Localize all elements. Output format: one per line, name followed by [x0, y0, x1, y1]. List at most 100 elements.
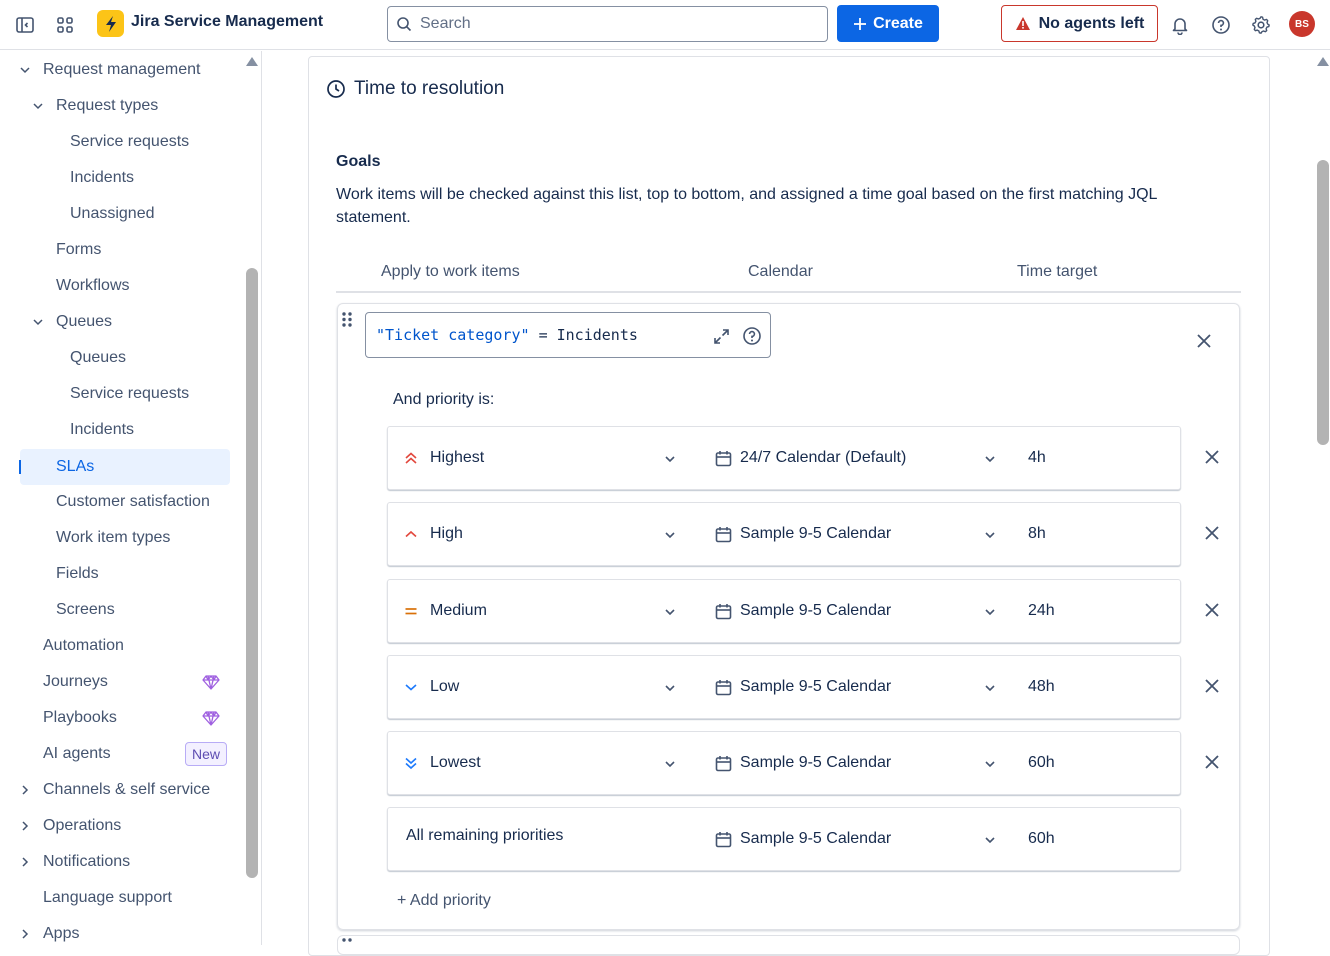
expand-icon[interactable]: [713, 328, 730, 345]
sidebar-item-label: Request management: [43, 61, 201, 78]
calendar-icon: [715, 756, 732, 772]
clock-icon: [327, 80, 345, 98]
sidebar-scroll-up-arrow[interactable]: [246, 57, 258, 66]
jql-query: "Ticket category" = Incidents: [376, 326, 638, 344]
help-icon[interactable]: [1208, 12, 1234, 38]
sidebar-item-language-support[interactable]: Language support: [0, 880, 240, 916]
chevron-down-icon[interactable]: [984, 606, 996, 618]
time-target-input[interactable]: 48h: [1028, 678, 1055, 696]
priority-select[interactable]: Low: [430, 678, 459, 696]
time-target-input[interactable]: 60h: [1028, 754, 1055, 772]
time-target-input[interactable]: 24h: [1028, 602, 1055, 620]
sidebar-item-apps[interactable]: Apps: [0, 916, 240, 945]
jql-editor[interactable]: "Ticket category" = Incidents: [365, 312, 771, 358]
chevron-down-icon[interactable]: [984, 453, 996, 465]
priority-select[interactable]: Medium: [430, 602, 487, 620]
time-target-input[interactable]: 4h: [1028, 449, 1046, 467]
sidebar-item-automation[interactable]: Automation: [0, 628, 240, 664]
chevron-down-icon[interactable]: [664, 529, 676, 541]
remove-priority-close-icon[interactable]: [1204, 678, 1220, 694]
sidebar-item-work-item-types[interactable]: Work item types: [0, 520, 240, 556]
sidebar-item-queues[interactable]: Queues: [0, 340, 240, 376]
remaining-calendar-select[interactable]: Sample 9-5 Calendar: [740, 830, 891, 848]
chevron-down-icon[interactable]: [31, 315, 45, 329]
remaining-time-target[interactable]: 60h: [1028, 830, 1055, 848]
sidebar-item-label: Queues: [70, 349, 127, 366]
chevron-right-icon[interactable]: [18, 783, 32, 797]
calendar-select[interactable]: Sample 9-5 Calendar: [740, 602, 891, 620]
priority-select[interactable]: High: [430, 525, 463, 543]
drag-handle-icon[interactable]: [341, 937, 353, 945]
remaining-priorities-row: All remaining priorities Sample 9-5 Cale…: [387, 807, 1181, 871]
app-title[interactable]: Jira Service Management: [131, 13, 323, 31]
sidebar-item-workflows[interactable]: Workflows: [0, 268, 240, 304]
remove-priority-close-icon[interactable]: [1204, 525, 1220, 541]
calendar-select[interactable]: Sample 9-5 Calendar: [740, 754, 891, 772]
sidebar-item-incidents[interactable]: Incidents: [0, 412, 240, 448]
chevron-down-icon[interactable]: [984, 758, 996, 770]
create-button[interactable]: Create: [837, 5, 939, 42]
chevron-right-icon[interactable]: [18, 927, 32, 941]
sidebar-item-notifications[interactable]: Notifications: [0, 844, 240, 880]
sidebar-item-label: Language support: [43, 889, 172, 906]
time-target-input[interactable]: 8h: [1028, 525, 1046, 543]
chevron-down-icon[interactable]: [664, 606, 676, 618]
chevron-down-icon[interactable]: [984, 834, 996, 846]
settings-gear-icon[interactable]: [1248, 12, 1274, 38]
remove-rule-close-icon[interactable]: [1196, 333, 1212, 349]
sidebar-toggle-icon[interactable]: [12, 12, 38, 38]
chevron-down-icon[interactable]: [31, 99, 45, 113]
chevron-right-icon[interactable]: [18, 855, 32, 869]
main-scroll-up-arrow[interactable]: [1317, 57, 1329, 66]
remove-priority-close-icon[interactable]: [1204, 449, 1220, 465]
sidebar-item-playbooks[interactable]: Playbooks: [0, 700, 240, 736]
jsm-logo-icon[interactable]: [97, 10, 124, 37]
sidebar-item-journeys[interactable]: Journeys: [0, 664, 240, 700]
calendar-select[interactable]: 24/7 Calendar (Default): [740, 449, 906, 467]
sidebar-item-service-requests[interactable]: Service requests: [0, 376, 240, 412]
sidebar-item-label: Request types: [56, 97, 159, 114]
chevron-down-icon[interactable]: [664, 682, 676, 694]
chevron-down-icon[interactable]: [664, 453, 676, 465]
no-agents-left-button[interactable]: No agents left: [1001, 5, 1158, 42]
chevron-down-icon[interactable]: [984, 682, 996, 694]
sidebar-item-service-requests[interactable]: Service requests: [0, 124, 240, 160]
sidebar-scrollbar[interactable]: [246, 268, 258, 878]
sidebar-item-operations[interactable]: Operations: [0, 808, 240, 844]
sidebar-item-screens[interactable]: Screens: [0, 592, 240, 628]
chevron-down-icon[interactable]: [664, 758, 676, 770]
priority-select[interactable]: Lowest: [430, 754, 481, 772]
create-label: Create: [873, 14, 923, 32]
priority-select[interactable]: Highest: [430, 449, 484, 467]
app-switcher-icon[interactable]: [52, 12, 78, 38]
sidebar-item-label: Service requests: [70, 133, 190, 150]
chevron-down-icon[interactable]: [18, 63, 32, 77]
search-input[interactable]: Search: [387, 6, 828, 42]
sidebar-item-forms[interactable]: Forms: [0, 232, 240, 268]
notifications-bell-icon[interactable]: [1167, 12, 1193, 38]
drag-handle-icon[interactable]: [341, 311, 353, 328]
sidebar-item-customer-satisfaction[interactable]: Customer satisfaction: [0, 484, 240, 520]
chevron-down-icon[interactable]: [984, 529, 996, 541]
calendar-icon: [715, 451, 732, 467]
remove-priority-close-icon[interactable]: [1204, 754, 1220, 770]
sidebar-item-request-types[interactable]: Request types: [0, 88, 240, 124]
main-scrollbar[interactable]: [1317, 160, 1329, 445]
user-avatar[interactable]: BS: [1289, 11, 1315, 37]
sidebar-item-fields[interactable]: Fields: [0, 556, 240, 592]
sidebar-item-incidents[interactable]: Incidents: [0, 160, 240, 196]
sidebar-item-label: Operations: [43, 817, 122, 834]
chevron-right-icon[interactable]: [18, 819, 32, 833]
sidebar-item-channels-self-service[interactable]: Channels & self service: [0, 772, 240, 808]
remove-priority-close-icon[interactable]: [1204, 602, 1220, 618]
sidebar-item-queues[interactable]: Queues: [0, 304, 240, 340]
calendar-select[interactable]: Sample 9-5 Calendar: [740, 678, 891, 696]
calendar-select[interactable]: Sample 9-5 Calendar: [740, 525, 891, 543]
sidebar-item-unassigned[interactable]: Unassigned: [0, 196, 240, 232]
sidebar-item-slas[interactable]: SLAs: [20, 449, 230, 485]
add-priority-button[interactable]: + Add priority: [397, 892, 491, 910]
sidebar-item-request-management[interactable]: Request management: [0, 52, 240, 88]
priority-row: Highest 24/7 Calendar (Default) 4h: [387, 426, 1181, 490]
jql-help-icon[interactable]: [742, 326, 762, 346]
sidebar-item-ai-agents[interactable]: AI agents New: [0, 736, 240, 772]
